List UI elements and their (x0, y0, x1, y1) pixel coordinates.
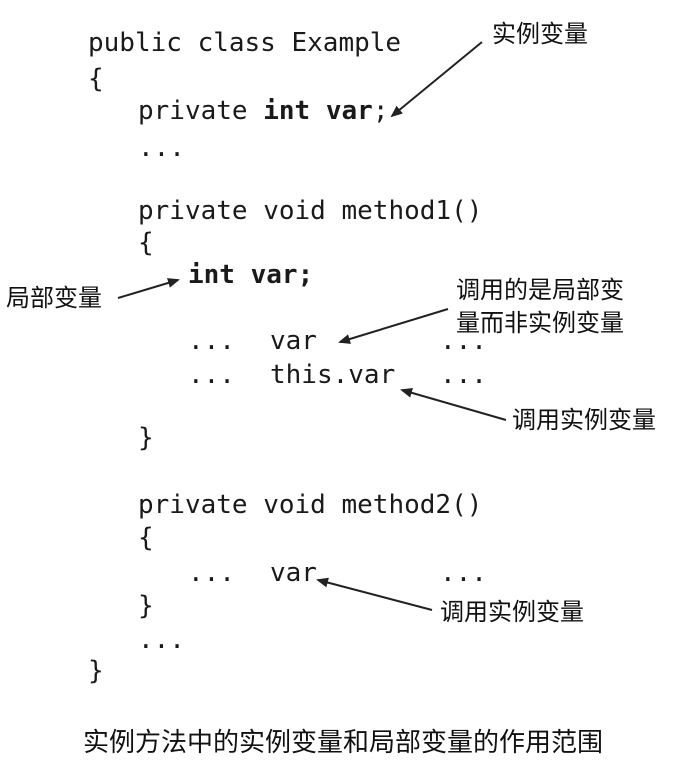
arrow-to-instance-field (390, 41, 483, 118)
figure-caption: 实例方法中的实例变量和局部变量的作用范围 (82, 728, 603, 758)
annotation-arrows (117, 41, 507, 611)
arrow-to-var-usage (338, 308, 449, 344)
arrow-to-local-var (117, 278, 180, 299)
diagram-canvas: public class Example { private int var; … (0, 0, 686, 773)
arrow-to-method2-var (316, 577, 433, 611)
arrow-to-this-var (400, 387, 507, 421)
